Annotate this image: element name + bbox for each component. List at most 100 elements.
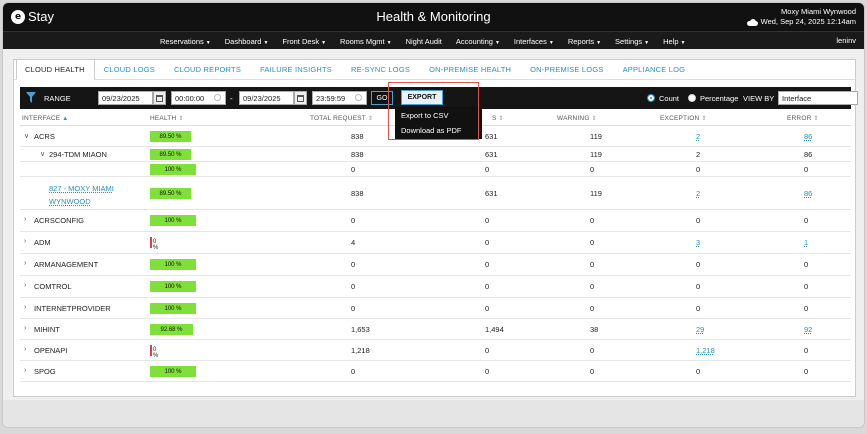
success-cell: 631 [485, 132, 498, 141]
filter-bar: RANGE - GO EXPORT Count Percentage VIEW … [20, 87, 858, 109]
start-date-input[interactable] [98, 91, 153, 105]
success-cell: 0 [485, 165, 490, 174]
percentage-radio[interactable] [688, 94, 696, 102]
col-success[interactable]: S ⇕ [492, 115, 504, 122]
warning-cell: 0 [590, 304, 595, 313]
col-warning[interactable]: WARNING ⇕ [557, 115, 597, 122]
exception-cell[interactable]: 2 [696, 189, 700, 198]
table-row[interactable]: 100 % 0 0 0 0 0 [20, 162, 851, 177]
warning-cell: 0 [590, 165, 595, 174]
col-interface[interactable]: INTERFACE ▲ [22, 115, 68, 122]
go-button[interactable]: GO [371, 91, 393, 105]
tab-on-premise-logs[interactable]: ON-PREMISE LOGS [521, 65, 613, 79]
health-bar: 100 % [150, 366, 196, 377]
nav-item-reservations[interactable]: Reservations ▼ [160, 37, 211, 46]
download-pdf-item[interactable]: Download as PDF [395, 122, 482, 137]
tab-on-premise-health[interactable]: ON-PREMISE HEALTH [420, 65, 521, 79]
exception-cell[interactable]: 2 [696, 132, 700, 141]
table-row[interactable]: 827 - MOXY MIAMI WYNWOOD 89.50 % 838 631 119 2… [20, 177, 851, 210]
end-date-input[interactable] [239, 91, 294, 105]
interface-name[interactable]: 827 - MOXY MIAMI WYNWOOD [49, 182, 114, 208]
error-cell: 0 [804, 346, 809, 355]
nav-item-settings[interactable]: Settings ▼ [615, 37, 649, 46]
start-date-picker[interactable] [153, 91, 166, 105]
nav-item-rooms-mgmt[interactable]: Rooms Mgmt ▼ [340, 37, 392, 46]
interface-name: ADM [34, 238, 51, 247]
caret-down-icon: ▼ [548, 39, 554, 46]
chevron-down-icon[interactable]: ∨ [40, 150, 45, 158]
table-row[interactable]: › COMTROL 100 % 0 0 0 0 0 [20, 276, 851, 298]
nav-item-help[interactable]: Help ▼ [663, 37, 685, 46]
table-row[interactable]: › ARMANAGEMENT 100 % 0 0 0 0 0 [20, 254, 851, 276]
top-bar: e Stay Health & Monitoring Moxy Miami Wy… [3, 3, 864, 31]
interface-name: COMTROL [34, 282, 72, 291]
health-value: 89.50 % [150, 188, 191, 199]
total-request-cell: 0 [351, 304, 356, 313]
exception-cell[interactable]: 29 [696, 325, 704, 334]
export-button[interactable]: EXPORT [401, 90, 443, 105]
warning-cell: 0 [590, 260, 595, 269]
warning-cell: 0 [590, 367, 595, 376]
error-cell[interactable]: 92 [804, 325, 812, 334]
health-bar: 89.50 % [150, 131, 191, 142]
view-by-select[interactable] [778, 91, 858, 105]
table-row[interactable]: › SPOG 100 % 0 0 0 0 0 [20, 361, 851, 382]
chevron-right-icon[interactable]: › [24, 367, 26, 374]
count-radio[interactable] [647, 94, 655, 102]
nav-item-reports[interactable]: Reports ▼ [568, 37, 601, 46]
nav-item-interfaces[interactable]: Interfaces ▼ [514, 37, 554, 46]
chevron-right-icon[interactable]: › [24, 260, 26, 267]
col-exception[interactable]: EXCEPTION ⇕ [660, 115, 707, 122]
sort-up-icon: ▲ [62, 116, 69, 122]
table-row[interactable]: › OPENAPI 0 % 1,218 0 0 1,218 0 [20, 340, 851, 361]
chevron-right-icon[interactable]: › [24, 216, 26, 223]
error-cell[interactable]: 1 [804, 238, 808, 247]
end-date-picker[interactable] [294, 91, 307, 105]
warning-cell: 119 [590, 132, 602, 141]
exception-cell[interactable]: 3 [696, 238, 700, 247]
health-value: 100 % [150, 281, 196, 292]
tab-cloud-health[interactable]: CLOUD HEALTH [16, 59, 95, 80]
user-menu[interactable]: leninv [836, 36, 856, 45]
error-cell[interactable]: 86 [804, 189, 812, 198]
interface-name: ACRSCONFIG [34, 216, 85, 225]
chevron-right-icon[interactable]: › [24, 238, 26, 245]
tab-failure-insights[interactable]: FAILURE INSIGHTS [251, 65, 342, 79]
nav-item-night-audit[interactable]: Night Audit [406, 37, 442, 46]
range-label: RANGE [44, 94, 71, 103]
table-row[interactable]: ∨ 294-TDM MIAON 89.50 % 838 631 119 2 86 [20, 147, 851, 162]
table-row[interactable]: › MIHINT 92.68 % 1,653 1,494 38 29 92 [20, 319, 851, 340]
health-zero-marker [150, 345, 152, 356]
export-csv-item[interactable]: Export to CSV [395, 107, 482, 122]
exception-cell[interactable]: 1,218 [696, 346, 715, 355]
table-row[interactable]: › ADM 0 % 4 0 0 3 1 [20, 232, 851, 254]
tab-cloud-reports[interactable]: CLOUD REPORTS [165, 65, 251, 79]
chevron-right-icon[interactable]: › [24, 325, 26, 332]
col-total-request[interactable]: TOTAL REQUEST ⇕ [310, 115, 373, 122]
error-cell: 86 [804, 150, 813, 159]
chevron-right-icon[interactable]: › [24, 304, 26, 311]
success-cell: 0 [485, 216, 490, 225]
sort-icon: ⇕ [813, 116, 819, 122]
error-cell[interactable]: 86 [804, 132, 812, 141]
col-health[interactable]: HEALTH ⇕ [150, 115, 184, 122]
health-value: 92.68 % [150, 324, 193, 335]
tab-re-sync-logs[interactable]: RE-SYNC LOGS [342, 65, 420, 79]
table-row[interactable]: › ACRSCONFIG 100 % 0 0 0 0 0 [20, 210, 851, 232]
total-request-cell: 0 [351, 282, 356, 291]
tab-cloud-logs[interactable]: CLOUD LOGS [95, 65, 165, 79]
chevron-right-icon[interactable]: › [24, 346, 26, 353]
caret-down-icon: ▼ [494, 39, 500, 46]
success-cell: 0 [485, 260, 490, 269]
col-error[interactable]: ERROR ⇕ [787, 115, 819, 122]
success-cell: 0 [485, 367, 490, 376]
filter-funnel-icon[interactable] [26, 92, 36, 103]
tab-appliance-log[interactable]: APPLIANCE LOG [614, 65, 696, 79]
table-row[interactable]: › INTERNETPROVIDER 100 % 0 0 0 0 0 [20, 298, 851, 319]
nav-item-accounting[interactable]: Accounting ▼ [456, 37, 500, 46]
chevron-right-icon[interactable]: › [24, 282, 26, 289]
chevron-down-icon[interactable]: ∨ [24, 132, 29, 140]
nav-item-dashboard[interactable]: Dashboard ▼ [225, 37, 269, 46]
nav-item-front-desk[interactable]: Front Desk ▼ [282, 37, 326, 46]
health-value: 100 % [150, 259, 196, 270]
